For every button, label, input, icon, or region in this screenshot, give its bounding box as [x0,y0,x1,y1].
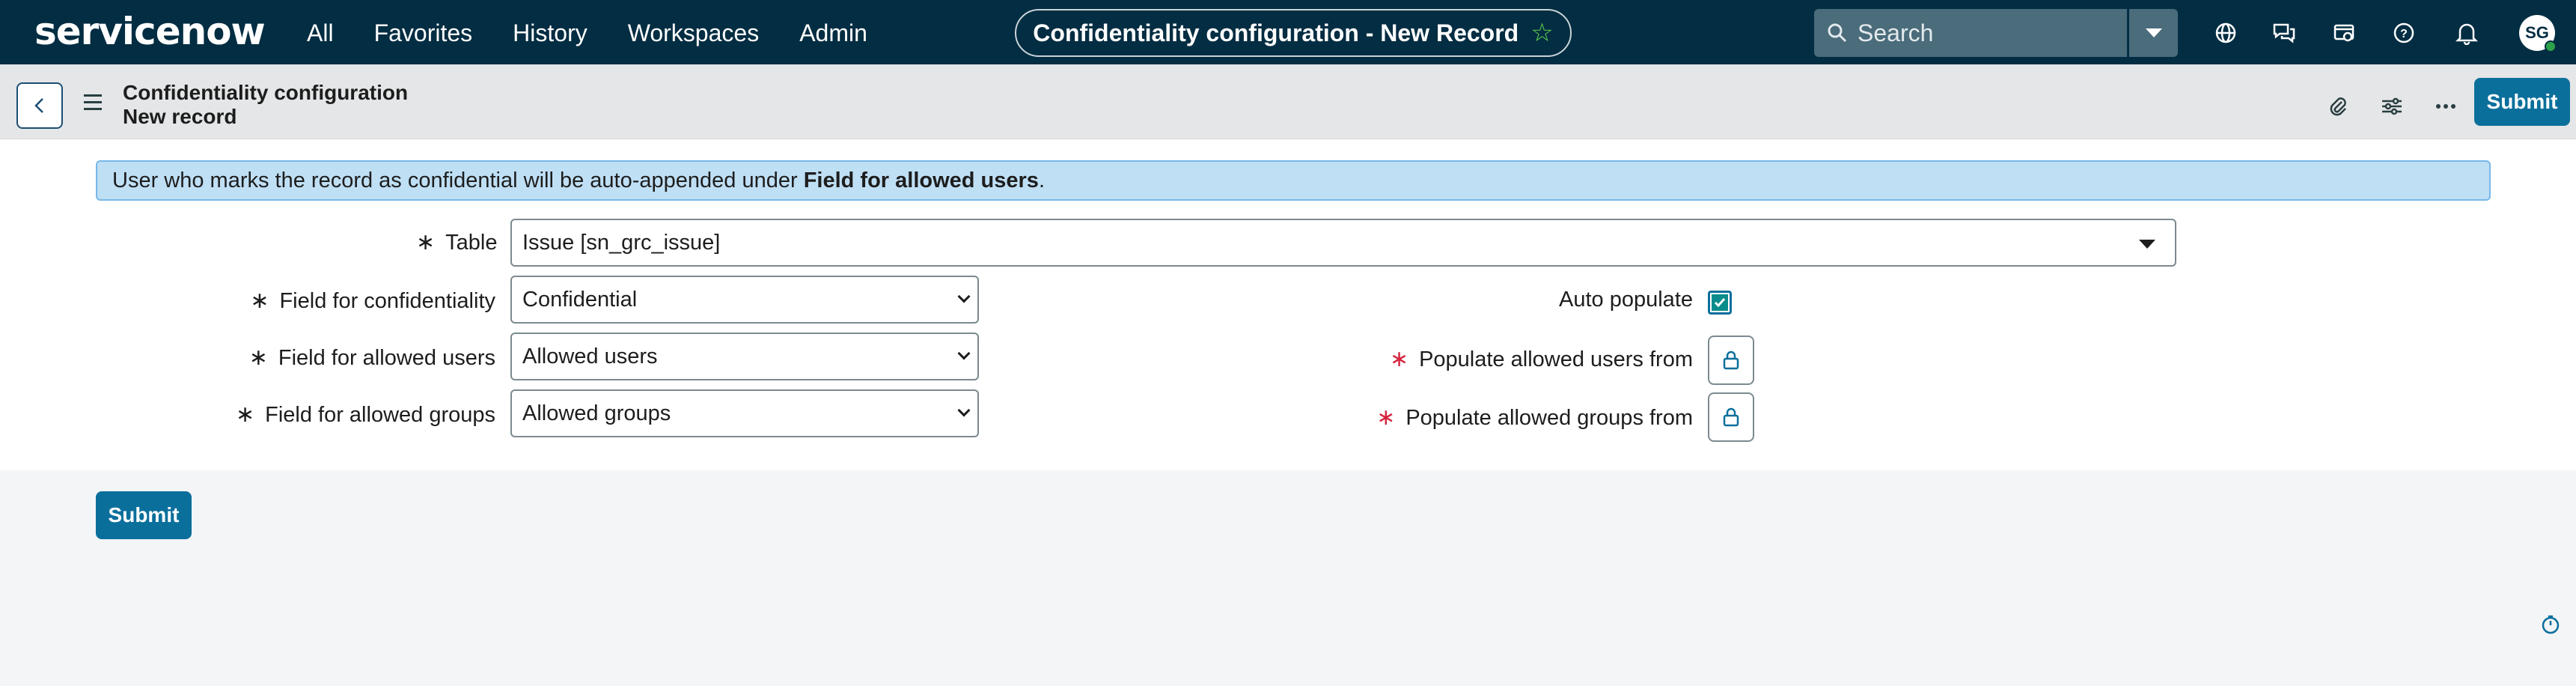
populate-groups-label: ∗ Populate allowed groups from [1332,404,1693,431]
paperclip-icon[interactable] [2322,90,2354,123]
top-navigation: servicenow All Favorites History Workspa… [0,0,2576,64]
bell-icon[interactable] [2452,18,2482,48]
allowed-groups-label: ∗ Field for allowed groups [195,401,495,428]
allowed-users-value: Allowed users [522,344,658,368]
populate-users-label-text: Populate allowed users from [1419,347,1693,371]
svg-text:?: ? [2400,28,2408,40]
record-title-pill[interactable]: Confidentiality configuration - New Reco… [1015,9,1572,57]
allowed-users-label-text: Field for allowed users [278,346,495,370]
table-value: Issue [sn_grc_issue] [522,231,721,255]
populate-groups-label-text: Populate allowed groups from [1405,406,1693,430]
required-icon: ∗ [416,230,436,255]
more-icon[interactable] [2429,90,2462,123]
auto-populate-label: Auto populate [1559,288,1693,312]
chevron-down-icon [957,290,971,303]
confidentiality-select[interactable]: Confidential [510,276,979,324]
scripts-icon[interactable] [2329,18,2359,48]
submit-button[interactable]: Submit [96,491,192,539]
lock-icon [1723,407,1739,427]
checkmark-icon [1712,294,1728,311]
search-icon [1828,23,1847,43]
form-title: Confidentiality configuration New record [123,81,408,129]
form-title-table: Confidentiality configuration [123,81,409,104]
info-banner: User who marks the record as confidentia… [96,160,2491,201]
chat-icon[interactable] [2269,18,2299,48]
sliders-icon[interactable] [2375,90,2408,123]
banner-text: User who marks the record as confidentia… [112,169,804,192]
confidentiality-value: Confidential [522,288,638,312]
record-title: Confidentiality configuration - New Reco… [1033,19,1519,46]
table-label-text: Table [445,231,498,255]
nav-menu: All Favorites History Workspaces Admin [307,16,888,49]
required-icon: ∗ [250,288,269,313]
stopwatch-icon[interactable] [2540,614,2561,635]
logo-text: servicenow [34,10,266,53]
search-placeholder: Search [1858,19,1934,46]
allowed-groups-value: Allowed groups [522,401,671,425]
form-header: Confidentiality configuration New record [0,64,2576,139]
nav-item-workspaces[interactable]: Workspaces [608,16,779,49]
allowed-users-label: ∗ Field for allowed users [225,344,495,371]
submit-button-header[interactable]: Submit [2474,78,2570,126]
chevron-down-icon [957,404,971,417]
avatar-initials: SG [2525,23,2549,42]
allowed-users-select[interactable]: Allowed users [510,333,979,380]
nav-item-admin[interactable]: Admin [779,16,888,49]
form-title-record: New record [123,105,237,128]
chevron-down-icon [957,347,971,360]
nav-item-all[interactable]: All [307,16,354,49]
search-scope-dropdown[interactable] [2127,9,2178,57]
back-button[interactable] [16,82,63,129]
help-icon[interactable]: ? [2389,18,2419,48]
global-search-input[interactable]: Search [1814,9,2127,57]
confidentiality-label-text: Field for confidentiality [279,289,495,313]
populate-groups-lock-button[interactable] [1708,392,1754,442]
confidentiality-label: ∗ Field for confidentiality [225,288,495,314]
table-select[interactable]: Issue [sn_grc_issue] [510,219,2176,267]
chevron-left-icon [34,98,43,113]
required-icon: ∗ [1389,347,1409,371]
nav-item-favorites[interactable]: Favorites [354,16,493,49]
caret-down-icon [2139,240,2155,249]
banner-bold-text: Field for allowed users [803,169,1039,192]
favorite-star-icon[interactable]: ☆ [1530,18,1553,48]
allowed-groups-select[interactable]: Allowed groups [510,389,979,437]
populate-users-label: ∗ Populate allowed users from [1347,346,1693,372]
required-icon: ∗ [235,402,255,427]
nav-item-history[interactable]: History [492,16,608,49]
auto-populate-checkbox[interactable] [1708,291,1732,315]
lock-icon [1723,350,1739,370]
banner-end: . [1038,169,1045,192]
user-avatar[interactable]: SG [2519,15,2557,52]
caret-down-icon [2145,28,2162,37]
table-label: ∗ Table [416,229,498,255]
required-icon: ∗ [1376,405,1396,430]
online-status-dot [2545,40,2557,52]
servicenow-logo[interactable]: servicenow [34,10,266,53]
allowed-groups-label-text: Field for allowed groups [265,403,495,427]
globe-icon[interactable] [2211,18,2241,48]
populate-users-lock-button[interactable] [1708,336,1754,385]
required-icon: ∗ [248,345,268,370]
context-menu-icon[interactable] [84,94,102,115]
